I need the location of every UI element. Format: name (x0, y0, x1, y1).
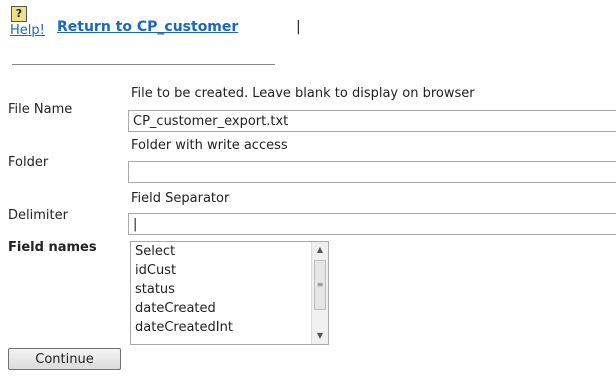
file-name-label: File Name (8, 102, 73, 117)
nav-separator: | (296, 19, 301, 35)
list-item[interactable]: Select (131, 242, 311, 261)
field-names-options: Select idCust status dateCreated dateCre… (131, 242, 311, 337)
delimiter-input[interactable] (128, 213, 616, 235)
listbox-scrollbar[interactable]: ▲ ≡ ▼ (311, 242, 328, 344)
scrollbar-thumb[interactable]: ≡ (314, 260, 326, 310)
delimiter-label: Delimiter (8, 208, 68, 223)
file-name-hint: File to be created. Leave blank to displ… (131, 86, 475, 101)
help-icon[interactable]: ? (11, 6, 27, 22)
list-item[interactable]: dateCreated (131, 299, 311, 318)
chevron-down-icon[interactable]: ▼ (312, 328, 328, 344)
divider (12, 64, 275, 65)
return-link[interactable]: Return to CP_customer (57, 19, 238, 35)
folder-input[interactable] (128, 161, 616, 183)
field-names-listbox[interactable]: Select idCust status dateCreated dateCre… (130, 241, 329, 345)
delimiter-hint: Field Separator (131, 191, 230, 206)
list-item[interactable]: idCust (131, 261, 311, 280)
folder-hint: Folder with write access (131, 138, 288, 153)
continue-button[interactable]: Continue (8, 348, 121, 370)
chevron-up-icon[interactable]: ▲ (312, 242, 328, 258)
list-item[interactable]: status (131, 280, 311, 299)
field-names-label: Field names (8, 240, 97, 255)
file-name-input[interactable] (128, 110, 616, 132)
folder-label: Folder (8, 155, 49, 170)
help-link[interactable]: Help! (10, 23, 45, 38)
list-item[interactable]: dateCreatedInt (131, 318, 311, 337)
